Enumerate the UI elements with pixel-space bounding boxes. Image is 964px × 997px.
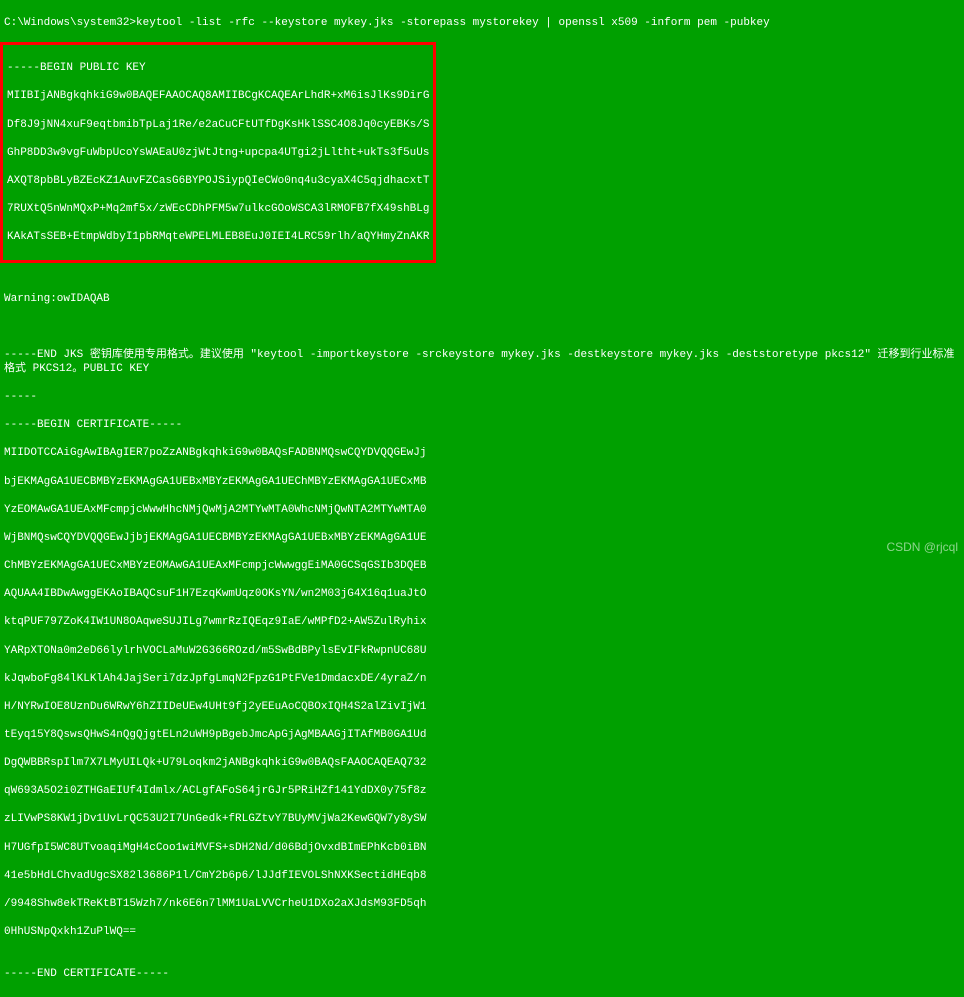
begin-cert-line: -----BEGIN CERTIFICATE----- — [4, 418, 960, 432]
cert-line: YARpXTONa0m2eD66lylrhVOCLaMuW2G366ROzd/m… — [4, 644, 960, 658]
warning-line: Warning:owIDAQAB — [4, 292, 960, 306]
cert-line: WjBNMQswCQYDVQQGEwJjbjEKMAgGA1UECBMBYzEK… — [4, 531, 960, 545]
cert-line: ktqPUF797ZoK4IW1UN8OAqweSUJILg7wmrRzIQEq… — [4, 615, 960, 629]
pubkey-line: 7RUXtQ5nWnMQxP+Mq2mf5x/zWEcCDhPFM5w7ulkc… — [7, 202, 429, 216]
cert-line: bjEKMAgGA1UECBMBYzEKMAgGA1UEBxMBYzEKMAgG… — [4, 475, 960, 489]
blank — [4, 263, 960, 277]
end-jks-line: -----END JKS 密钥库使用专用格式。建议使用 "keytool -im… — [4, 348, 960, 376]
pubkey-line: AXQT8pbBLyBZEcKZ1AuvFZCasG6BYPOJSiypQIeC… — [7, 174, 429, 188]
end-cert-line: -----END CERTIFICATE----- — [4, 967, 960, 981]
blank — [4, 320, 960, 334]
pubkey-line: KAkATsSEB+EtmpWdbyI1pbRMqteWPELMLEB8EuJ0… — [7, 230, 429, 244]
pubkey-highlight-box: -----BEGIN PUBLIC KEY MIIBIjANBgkqhkiG9w… — [0, 42, 436, 263]
cert-line: /9948Shw8ekTReKtBT15Wzh7/nk6E6n7lMM1UaLV… — [4, 897, 960, 911]
cert-line: kJqwboFg84lKLKlAh4JajSeri7dzJpfgLmqN2Fpz… — [4, 672, 960, 686]
begin-pubkey-fragment: -----BEGIN PUBLIC KEY — [7, 61, 429, 75]
cert-line: H7UGfpI5WC8UTvoaqiMgH4cCoo1wiMVFS+sDH2Nd… — [4, 841, 960, 855]
pubkey-line: GhP8DD3w9vgFuWbpUcoYsWAEaU0zjWtJtng+upcp… — [7, 146, 429, 160]
cert-line: YzEOMAwGA1UEAxMFcmpjcWwwHhcNMjQwMjA2MTYw… — [4, 503, 960, 517]
cert-line: MIIDOTCCAiGgAwIBAgIER7poZzANBgkqhkiG9w0B… — [4, 446, 960, 460]
dashes-line: ----- — [4, 390, 960, 404]
cert-line: DgQWBBRspIlm7X7LMyUILQk+U79Loqkm2jANBgkq… — [4, 756, 960, 770]
command-line: C:\Windows\system32>keytool -list -rfc -… — [4, 16, 960, 30]
pubkey-line: Df8J9jNN4xuF9eqtbmibTpLaj1Re/e2aCuCFtUTf… — [7, 118, 429, 132]
cert-line: H/NYRwIOE8UznDu6WRwY6hZIIDeUEw4UHt9fj2yE… — [4, 700, 960, 714]
cert-line: tEyq15Y8QswsQHwS4nQgQjgtELn2uWH9pBgebJmc… — [4, 728, 960, 742]
cert-line: ChMBYzEKMAgGA1UECxMBYzEOMAwGA1UEAxMFcmpj… — [4, 559, 960, 573]
pubkey-line: MIIBIjANBgkqhkiG9w0BAQEFAAOCAQ8AMIIBCgKC… — [7, 89, 429, 103]
cert-line: qW693A5O2i0ZTHGaEIUf4Idmlx/ACLgfAFoS64jr… — [4, 784, 960, 798]
cert-line: 41e5bHdLChvadUgcSX82l3686P1l/CmY2b6p6/lJ… — [4, 869, 960, 883]
cert-line: zLIVwPS8KW1jDv1UvLrQC53U2I7UnGedk+fRLGZt… — [4, 812, 960, 826]
cert-line: AQUAA4IBDwAwggEKAoIBAQCsuF1H7EzqKwmUqz0O… — [4, 587, 960, 601]
cert-line: 0HhUSNpQxkh1ZuPlWQ== — [4, 925, 960, 939]
watermark: CSDN @rjcql — [886, 540, 958, 555]
terminal-output: C:\Windows\system32>keytool -list -rfc -… — [0, 0, 964, 997]
